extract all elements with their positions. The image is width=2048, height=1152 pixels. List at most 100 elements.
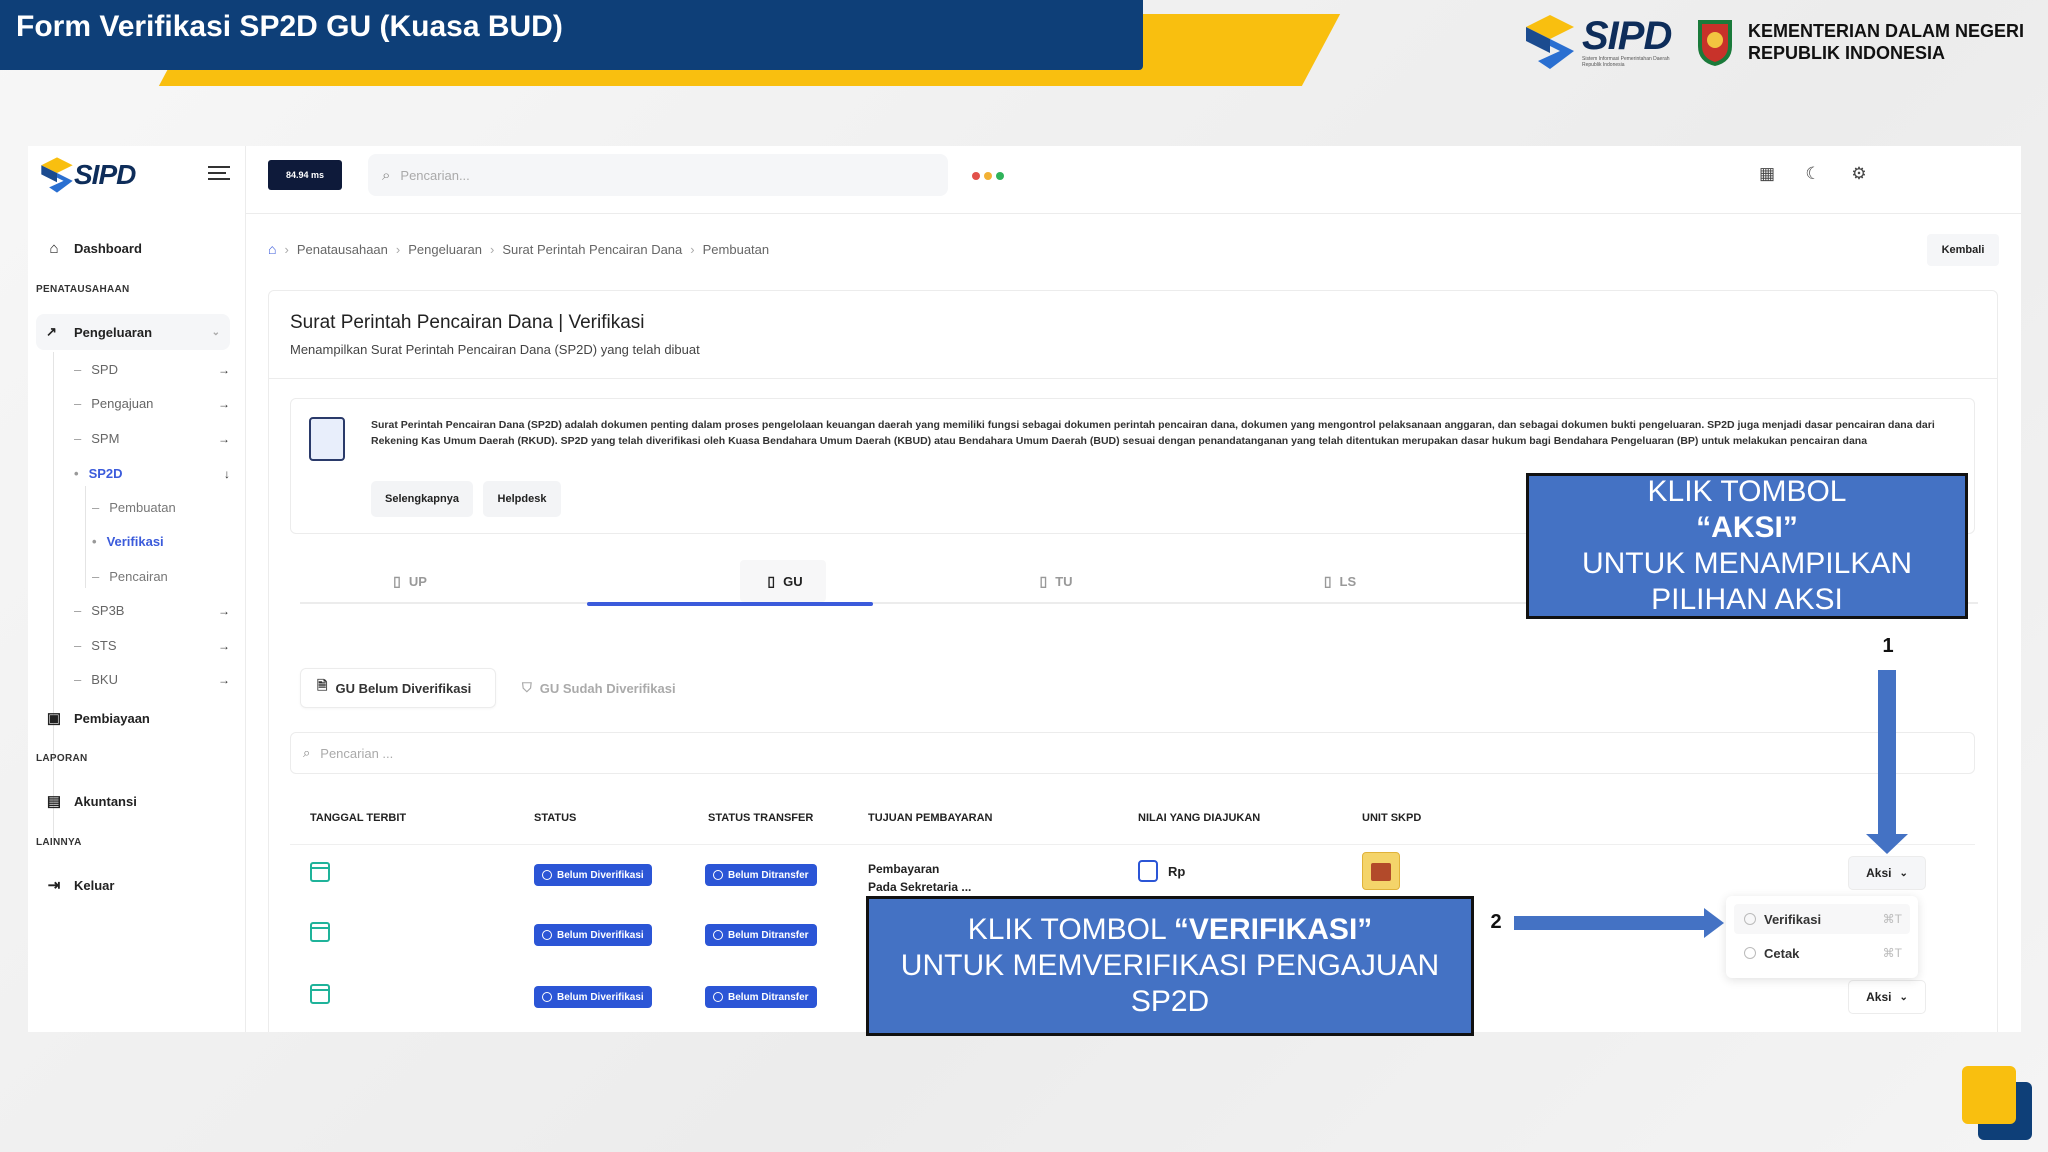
menu-item-label: Cetak — [1764, 945, 1800, 961]
sidebar-item-label: Pengajuan — [91, 396, 154, 411]
sidebar-item-keluar[interactable]: ⇥ Keluar — [44, 876, 115, 894]
menu-item-verifikasi[interactable]: Verifikasi ⌘T — [1734, 904, 1910, 934]
tab-gu[interactable]: ▯ GU — [730, 558, 840, 604]
money-bag-icon — [1138, 860, 1158, 882]
arrow-right-shaft — [1514, 916, 1708, 930]
active-tab-indicator — [587, 602, 873, 606]
arrow-right-icon: → — [218, 672, 230, 687]
unit-skpd-icon — [1362, 852, 1400, 890]
search-icon: ⌕ — [303, 745, 311, 760]
arrow-right-icon: → — [218, 431, 230, 446]
sidebar-item-bku[interactable]: – BKU → — [74, 672, 230, 687]
column-header: STATUS TRANSFER — [708, 812, 814, 824]
arrow-right-icon: → — [218, 638, 230, 653]
table-search-input[interactable]: ⌕ Pencarian ... — [290, 732, 1975, 774]
home-icon[interactable]: ⌂ — [268, 241, 276, 257]
status-badge: Belum Diverifikasi — [534, 864, 652, 886]
wallet-icon: ▣ — [46, 710, 62, 727]
calendar-icon — [310, 984, 330, 1004]
sidebar-item-label: SPM — [91, 431, 120, 446]
status-badge: Belum Diverifikasi — [534, 986, 652, 1008]
subtab-sudah-diverifikasi[interactable]: ⛉ GU Sudah Diverifikasi — [522, 668, 676, 708]
callout-line: KLIK TOMBOL — [1647, 475, 1847, 508]
trend-icon: ↗ — [46, 324, 57, 339]
tab-ls[interactable]: ▯ LS — [1290, 558, 1390, 604]
tab-tu[interactable]: ▯ TU — [1006, 558, 1106, 604]
settings-icon[interactable]: ⚙ — [1847, 162, 1871, 186]
selengkapnya-button[interactable]: Selengkapnya — [371, 481, 473, 517]
status-dots — [972, 172, 1004, 180]
subtab-label: GU Belum Diverifikasi — [335, 680, 472, 696]
sidebar-item-verifikasi[interactable]: • Verifikasi — [92, 534, 164, 549]
title-bar: Form Verifikasi SP2D GU (Kuasa BUD) — [0, 0, 1143, 70]
sidebar-item-label: Pembiayaan — [74, 710, 150, 726]
menu-item-cetak[interactable]: Cetak ⌘T — [1734, 938, 1910, 968]
column-header: UNIT SKPD — [1362, 812, 1422, 824]
step-number-2: 2 — [1480, 904, 1512, 940]
search-placeholder: Pencarian ... — [320, 745, 394, 761]
sidebar-item-sp2d[interactable]: • SP2D ↓ — [74, 466, 230, 481]
callout-line: PILIHAN AKSI — [1651, 583, 1843, 616]
speed-value: 84.94 ms — [285, 170, 325, 180]
sidebar-tree-line — [53, 352, 54, 838]
aksi-button[interactable]: Aksi ⌄ — [1848, 856, 1926, 890]
chevron-down-icon: ⌄ — [211, 326, 220, 338]
helpdesk-button[interactable]: Helpdesk — [483, 481, 561, 517]
column-header: TUJUAN PEMBAYARAN — [868, 812, 993, 824]
sidebar-item-pembiayaan[interactable]: ▣ Pembiayaan — [44, 709, 150, 727]
document-icon: ▤ — [46, 793, 62, 810]
breadcrumb-item: Pembuatan — [702, 241, 770, 257]
subtab-belum-diverifikasi[interactable]: 🗎 GU Belum Diverifikasi — [300, 668, 496, 708]
sidebar-item-pembuatan[interactable]: – Pembuatan — [92, 500, 176, 515]
sidebar-item-label: Akuntansi — [74, 793, 137, 809]
sidebar-item-label: Pencairan — [109, 569, 168, 584]
column-header: STATUS — [534, 812, 577, 824]
sidebar-item-akuntansi[interactable]: ▤ Akuntansi — [44, 792, 137, 810]
sidebar-item-pengajuan[interactable]: – Pengajuan → — [74, 396, 230, 411]
sipd-tagline: Sistem Informasi Pemerintahan Daerah Rep… — [1582, 56, 1670, 68]
breadcrumb-item[interactable]: Surat Perintah Pencairan Dana — [502, 242, 682, 257]
sidebar-logo[interactable]: SIPD — [40, 156, 136, 194]
status-dot-red — [972, 172, 980, 180]
file-icon: ▯ — [1323, 572, 1332, 589]
file-icon: ▯ — [393, 572, 401, 589]
instruction-callout-2: KLIK TOMBOL “VERIFIKASI” UNTUK MEMVERIFI… — [866, 896, 1474, 1036]
layout-icon[interactable]: ▦ — [1755, 162, 1779, 186]
sidebar-item-sts[interactable]: – STS → — [74, 638, 230, 653]
tab-label: GU — [783, 573, 803, 589]
breadcrumb-item[interactable]: Penatausahaan — [297, 242, 388, 257]
tujuan-pembayaran: Pembayaran Pada Sekretaria ... — [868, 860, 971, 896]
moon-icon[interactable]: ☾ — [1801, 162, 1825, 186]
logout-icon: ⇥ — [47, 877, 61, 894]
breadcrumb-item[interactable]: Pengeluaran — [408, 242, 482, 257]
global-search-input[interactable]: ⌕ Pencarian... — [368, 154, 948, 196]
aksi-button[interactable]: Aksi ⌄ — [1848, 980, 1926, 1014]
back-button[interactable]: Kembali — [1927, 234, 1999, 266]
page-title: Surat Perintah Pencairan Dana | Verifika… — [290, 312, 645, 333]
tujuan-line: Pembayaran — [868, 862, 940, 876]
sidebar-item-label: Keluar — [74, 877, 115, 893]
column-header: TANGGAL TERBIT — [310, 812, 407, 824]
callout-emphasis: “VERIFIKASI” — [1173, 913, 1373, 946]
sidebar-item-spm[interactable]: – SPM → — [74, 431, 230, 446]
sidebar-item-label: Pembuatan — [109, 500, 176, 515]
file-icon: ▯ — [767, 572, 776, 589]
tab-up[interactable]: ▯ UP — [360, 558, 460, 604]
menu-item-label: Verifikasi — [1764, 911, 1822, 927]
document-icon: 🗎 — [317, 678, 328, 693]
transfer-badge-label: Belum Ditransfer — [728, 869, 809, 881]
tab-label: LS — [1339, 573, 1357, 589]
sidebar-item-pengeluaran[interactable]: ↗ Pengeluaran ⌄ — [36, 314, 230, 350]
calendar-icon — [310, 862, 330, 882]
menu-toggle-icon[interactable] — [208, 166, 230, 184]
status-badge-label: Belum Diverifikasi — [557, 869, 644, 881]
transfer-badge: Belum Ditransfer — [705, 986, 817, 1008]
sidebar-item-spd[interactable]: – SPD → — [74, 362, 230, 377]
sidebar-item-dashboard[interactable]: ⌂ Dashboard — [44, 240, 141, 257]
sidebar-item-sp3b[interactable]: – SP3B → — [74, 603, 230, 618]
sidebar-item-pencairan[interactable]: – Pencairan — [92, 569, 168, 584]
slide-title: Form Verifikasi SP2D GU (Kuasa BUD) — [16, 10, 563, 43]
transfer-badge-label: Belum Ditransfer — [728, 929, 809, 941]
breadcrumb: ⌂ › Penatausahaan › Pengeluaran › Surat … — [268, 241, 770, 257]
sidebar-logo-text: SIPD — [74, 159, 136, 190]
